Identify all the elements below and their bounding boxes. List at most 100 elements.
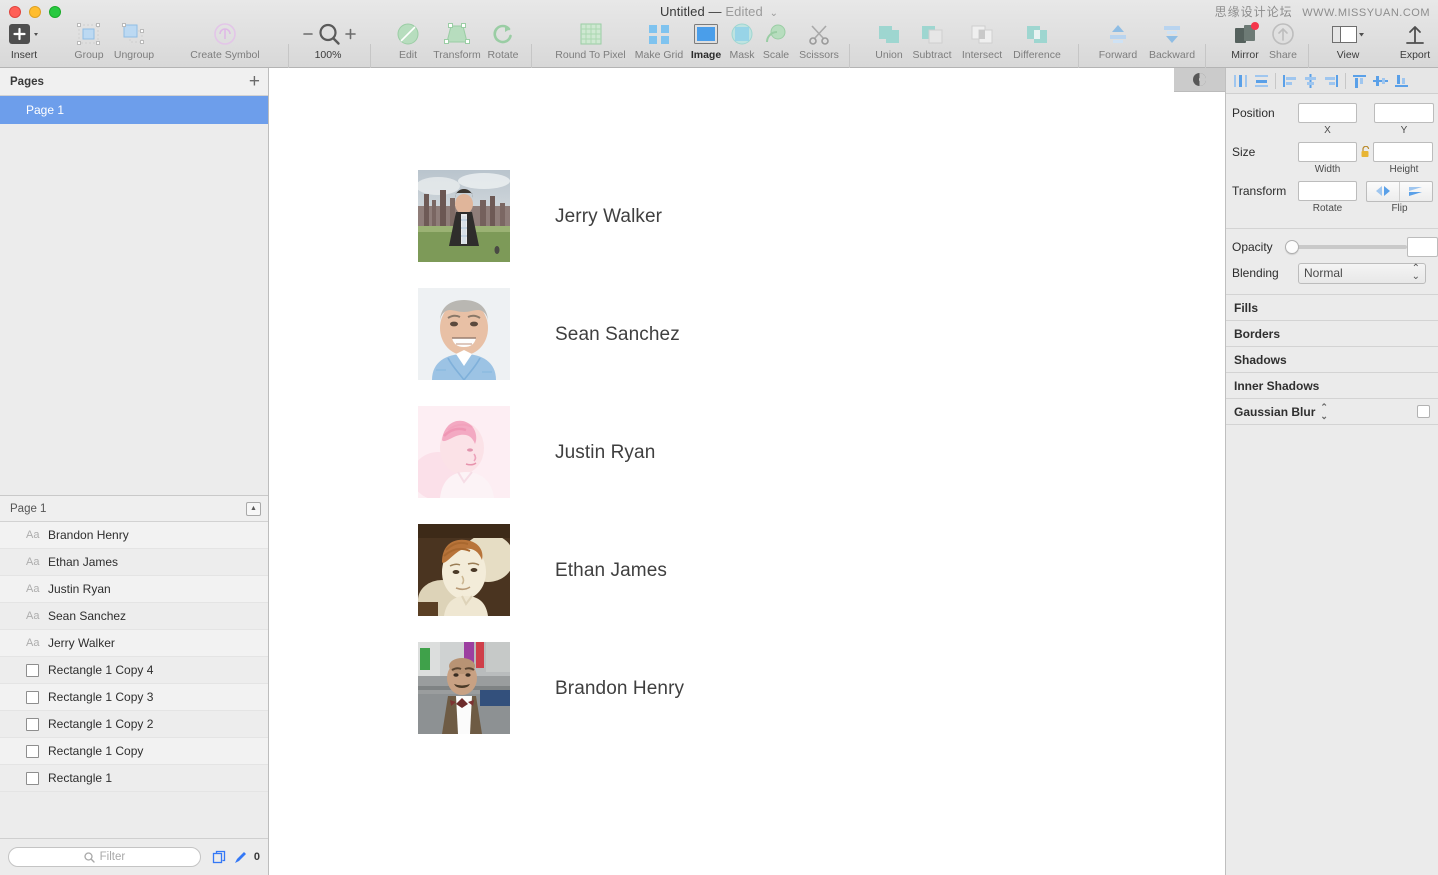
opacity-label: Opacity	[1232, 240, 1273, 254]
thumbnail-image[interactable]	[418, 170, 510, 262]
position-y-input[interactable]	[1374, 103, 1434, 123]
position-x-input[interactable]	[1298, 103, 1357, 123]
layer-row[interactable]: Aa Ethan James	[0, 549, 268, 576]
align-right-icon[interactable]	[1321, 70, 1342, 92]
align-bottom-icon[interactable]	[1391, 70, 1412, 92]
panel-gaussian-blur[interactable]: Gaussian Blur ⌃ ⌄	[1226, 399, 1438, 425]
layer-row[interactable]: Aa Sean Sanchez	[0, 603, 268, 630]
unlocked-icon[interactable]	[1357, 146, 1373, 158]
layer-label: Jerry Walker	[48, 636, 115, 650]
toolbar-difference[interactable]: Difference	[1009, 20, 1065, 61]
rectangle-layer-icon	[26, 771, 39, 785]
thumbnail-image[interactable]	[418, 406, 510, 498]
canvas[interactable]: Jerry Walker Sean Sanchez Justin Ryan Et…	[269, 68, 1225, 875]
panel-fills[interactable]: Fills	[1226, 295, 1438, 321]
toolbar-zoom[interactable]: 100%	[300, 20, 356, 61]
toolbar-subtract-label: Subtract	[912, 49, 952, 61]
panel-shadows[interactable]: Shadows	[1226, 347, 1438, 373]
toolbar-create-symbol-label: Create Symbol	[190, 49, 260, 61]
text-layer-icon: Aa	[26, 637, 40, 649]
page-item-page-1[interactable]: Page 1	[0, 96, 268, 124]
share-icon	[1255, 20, 1311, 48]
toolbar-export-label: Export	[1399, 49, 1431, 61]
size-height-input[interactable]	[1373, 142, 1433, 162]
layer-row[interactable]: Rectangle 1	[0, 765, 268, 792]
toolbar-subtract[interactable]: Subtract	[904, 20, 960, 61]
toolbar-rotate-label: Rotate	[487, 49, 519, 61]
position-y-sublabel: Y	[1400, 125, 1408, 136]
chevron-down-icon[interactable]: ⌄	[770, 8, 778, 19]
toolbar-insert[interactable]: Insert	[0, 20, 52, 61]
align-top-icon[interactable]	[1349, 70, 1370, 92]
blending-select[interactable]: Normal ⌃ ⌄	[1298, 262, 1426, 284]
align-left-icon[interactable]	[1279, 70, 1300, 92]
panel-borders[interactable]: Borders	[1226, 321, 1438, 347]
canvas-row-name[interactable]: Brandon Henry	[555, 678, 684, 700]
layer-label: Rectangle 1 Copy 4	[48, 663, 154, 677]
distribute-vertically-icon[interactable]	[1251, 70, 1272, 92]
toolbar-scissors[interactable]: Scissors	[791, 20, 847, 61]
rotate-input[interactable]	[1298, 181, 1357, 201]
size-width-input[interactable]	[1298, 142, 1357, 162]
chevron-updown-icon[interactable]: ⌃ ⌄	[1320, 402, 1328, 421]
artboard[interactable]: Jerry Walker Sean Sanchez Justin Ryan Et…	[269, 68, 1175, 875]
opacity-slider[interactable]	[1285, 240, 1408, 254]
layer-row[interactable]: Rectangle 1 Copy 2	[0, 711, 268, 738]
flip-vertical-icon[interactable]	[1400, 182, 1432, 201]
duplicate-icon[interactable]	[212, 850, 227, 865]
thumbnail-image[interactable]	[418, 642, 510, 734]
size-label: Size	[1232, 145, 1256, 159]
panel-inner-shadows-label: Inner Shadows	[1234, 378, 1320, 393]
toolbar-rotate[interactable]: Rotate	[475, 20, 531, 61]
layer-row[interactable]: Rectangle 1 Copy	[0, 738, 268, 765]
flip-horizontal-icon[interactable]	[1367, 181, 1400, 201]
toolbar-backward[interactable]: Backward	[1143, 20, 1201, 61]
thumbnail-image[interactable]	[418, 288, 510, 380]
rectangle-layer-icon	[26, 663, 39, 677]
toolbar-ungroup[interactable]: Ungroup	[106, 20, 162, 61]
layer-row[interactable]: Aa Jerry Walker	[0, 630, 268, 657]
blending-label: Blending	[1232, 266, 1279, 280]
transform-sublabels: Rotate Flip	[1226, 203, 1438, 216]
toolbar-share[interactable]: Share	[1255, 20, 1311, 61]
ungroup-icon	[106, 20, 162, 48]
align-center-icon[interactable]	[1300, 70, 1321, 92]
filter-input[interactable]: Filter	[8, 847, 201, 867]
layer-label: Sean Sanchez	[48, 609, 127, 623]
sketch-window: Untitled — Edited ⌄ 思缘设计论坛 WWW.MISSYUAN.…	[0, 0, 1438, 875]
rectangle-layer-icon	[26, 717, 39, 731]
geometry-section: Position X Y Size Width Height Transform…	[1226, 94, 1438, 229]
toolbar-export[interactable]: Export	[1387, 20, 1438, 61]
layer-label: Rectangle 1	[48, 771, 113, 785]
collapse-layers-button[interactable]: ▲	[246, 501, 261, 516]
gaussian-blur-checkbox[interactable]	[1417, 405, 1430, 418]
toolbar-create-symbol[interactable]: Create Symbol	[178, 20, 272, 61]
distribute-horizontally-icon[interactable]	[1230, 70, 1251, 92]
layer-row[interactable]: Aa Brandon Henry	[0, 522, 268, 549]
toolbar-view-label: View	[1336, 49, 1360, 61]
canvas-row-name[interactable]: Justin Ryan	[555, 442, 655, 464]
align-middle-icon[interactable]	[1370, 70, 1391, 92]
panel-inner-shadows[interactable]: Inner Shadows	[1226, 373, 1438, 399]
watermark-cn: 思缘设计论坛	[1214, 5, 1293, 19]
flip-sublabel: Flip	[1391, 203, 1408, 214]
toolbar-forward[interactable]: Forward	[1090, 20, 1146, 61]
canvas-row-name[interactable]: Ethan James	[555, 560, 667, 582]
position-row: Position	[1226, 102, 1438, 124]
thumbnail-image[interactable]	[418, 524, 510, 616]
layer-row[interactable]: Rectangle 1 Copy 4	[0, 657, 268, 684]
toolbar-view[interactable]: View	[1320, 20, 1376, 61]
canvas-row-name[interactable]: Sean Sanchez	[555, 324, 680, 346]
layer-row[interactable]: Aa Justin Ryan	[0, 576, 268, 603]
toolbar-intersect[interactable]: Intersect	[954, 20, 1010, 61]
layer-row[interactable]: Rectangle 1 Copy 3	[0, 684, 268, 711]
canvas-row-name[interactable]: Jerry Walker	[555, 206, 662, 228]
toolbar-scissors-label: Scissors	[799, 49, 839, 61]
view-icon	[1320, 20, 1376, 48]
size-width-sublabel: Width	[1314, 164, 1341, 175]
add-page-button[interactable]: +	[249, 72, 260, 91]
toolbar-round-to-pixel[interactable]: Round To Pixel	[543, 20, 638, 61]
contrast-pie-icon[interactable]	[1174, 68, 1225, 92]
pencil-icon[interactable]	[233, 850, 248, 865]
opacity-input[interactable]	[1407, 237, 1438, 257]
